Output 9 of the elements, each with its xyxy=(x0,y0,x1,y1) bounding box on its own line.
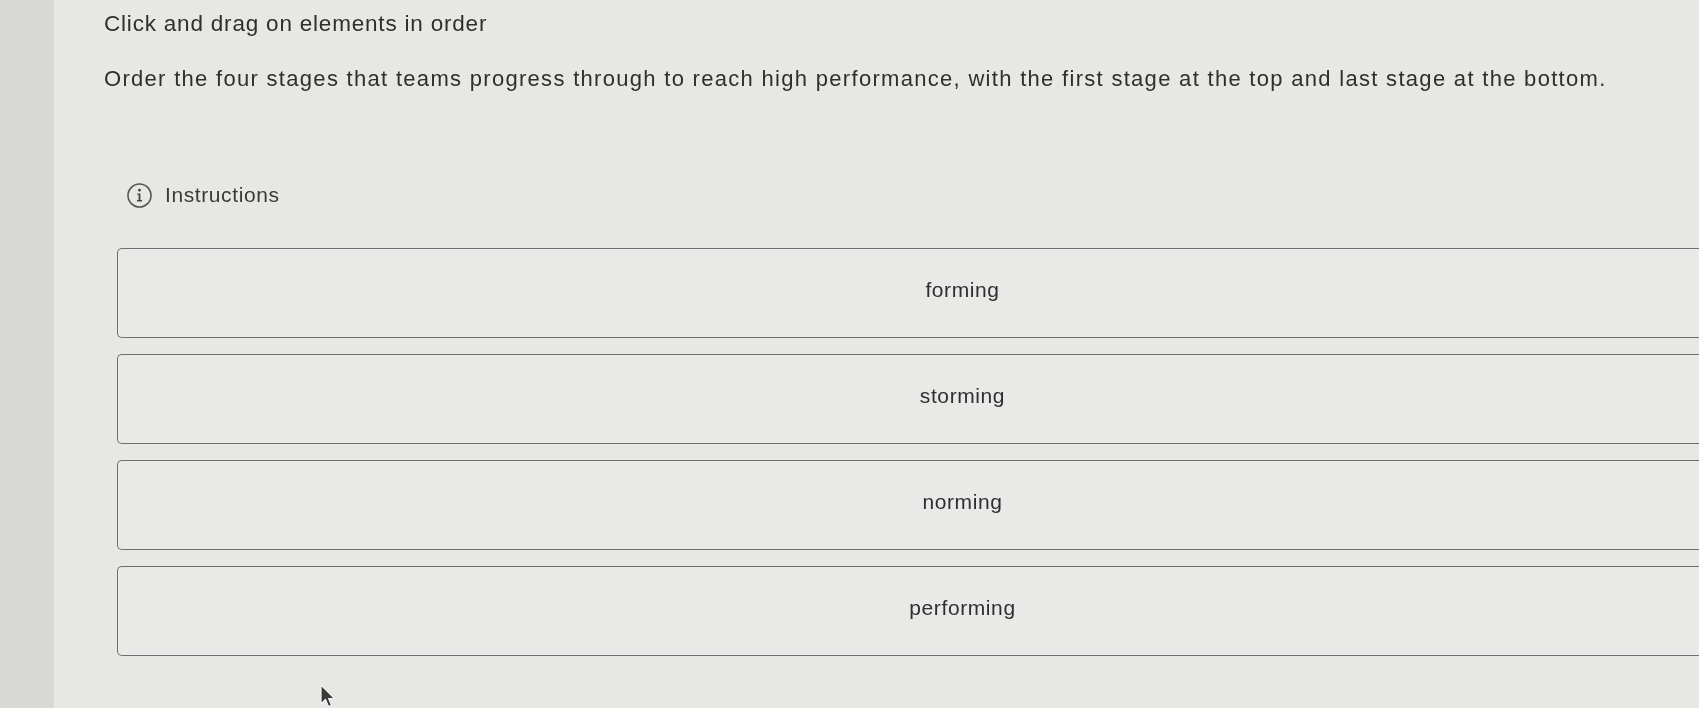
instructions-toggle[interactable]: Instructions xyxy=(127,182,280,208)
draggable-item[interactable]: storming xyxy=(117,354,1699,444)
draggable-item[interactable]: forming xyxy=(117,248,1699,338)
draggable-item[interactable]: norming xyxy=(117,460,1699,550)
question-title: Click and drag on elements in order xyxy=(104,11,489,37)
info-icon xyxy=(127,182,152,208)
cursor-icon xyxy=(320,684,336,708)
question-prompt: Order the four stages that teams progress through to reach high performance, with the first stage at the top and last stage at the bottom. xyxy=(104,66,1608,92)
draggable-item[interactable]: performing xyxy=(117,566,1699,656)
